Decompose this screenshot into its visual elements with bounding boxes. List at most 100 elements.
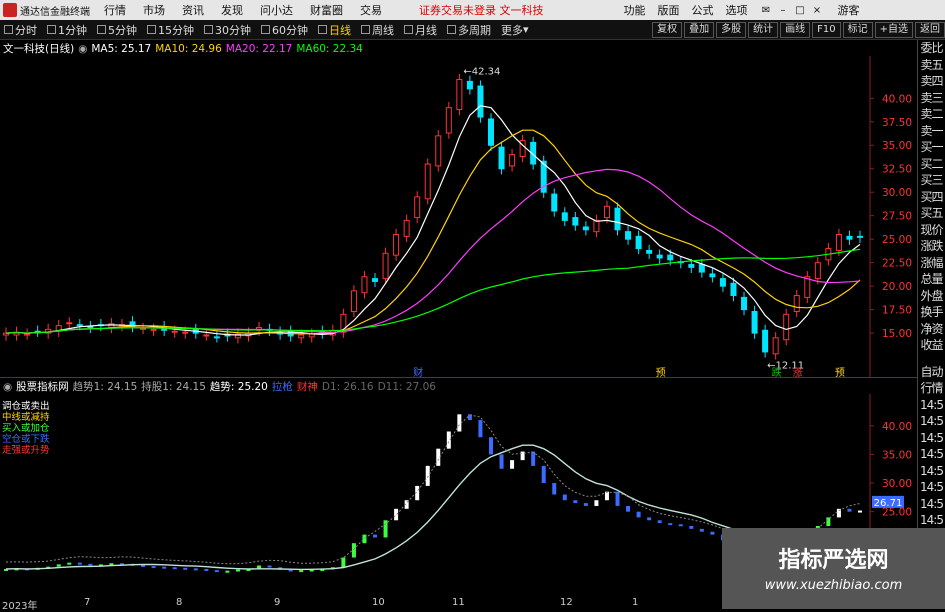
close-icon[interactable]: × [811,5,824,16]
sidebar-item[interactable]: 总量 [918,271,945,288]
signal-empty: 空仓或下跌 [2,434,50,445]
login-notice[interactable]: 证券交易未登录 文一科技 [419,2,544,18]
period-tab-timeshare[interactable]: 分时 [4,22,37,38]
period-tab-monthly[interactable]: 月线 [404,22,437,38]
sidebar-item[interactable]: 收益 [918,337,945,354]
mail-icon[interactable]: ✉ [760,5,773,16]
candle-body [66,322,73,325]
event-marker: 跌 [772,366,782,377]
sidebar-item[interactable]: 净资 [918,321,945,338]
sidebar-item[interactable]: 买三 [918,172,945,189]
period-tab-multi[interactable]: 多周期 [447,22,491,38]
sidebar-item[interactable]: 14:5 [918,446,945,463]
sidebar-item[interactable]: 委比 [918,40,945,57]
date-axis: 2023年 7 8 9 10 11 12 1 [0,597,720,612]
settings-icon[interactable]: ◉ [78,43,87,55]
sidebar-item[interactable]: 卖二 [918,106,945,123]
sidebar-item[interactable]: 买一 [918,139,945,156]
sidebar-item[interactable]: 买四 [918,189,945,206]
date-label: 7 [84,597,91,608]
indicator-value-gun: 拉枪 [271,381,293,393]
menu-options[interactable]: 选项 [726,2,748,18]
sidebar-item[interactable]: 14:5 [918,397,945,414]
sidebar-item[interactable]: 14:5 [918,512,945,529]
statistics-button[interactable]: 统计 [748,21,779,38]
period-tab-15min[interactable]: 15分钟 [147,22,194,38]
menu-item-wealth[interactable]: 财富圈 [310,2,343,18]
candle-body [361,276,368,294]
trend-bar [531,451,536,466]
period-tab-1min[interactable]: 1分钟 [47,22,87,38]
sidebar-item[interactable]: 14:5 [918,413,945,430]
sidebar-item[interactable]: 14:5 [918,430,945,447]
y-tick-label: 27.50 [882,211,912,223]
sidebar-item[interactable]: 卖三 [918,90,945,107]
sidebar-item[interactable]: 卖五 [918,57,945,74]
sidebar-item[interactable]: 买五 [918,205,945,222]
candle-body [76,324,83,327]
candle-body [24,333,31,336]
sidebar-item[interactable]: 换手 [918,304,945,321]
period-tab-30min[interactable]: 30分钟 [204,22,251,38]
sidebar-item[interactable]: 自动 [918,364,945,381]
indicator-settings-icon[interactable]: ◉ [3,381,12,393]
menu-layout[interactable]: 版面 [658,2,680,18]
trend-bar [141,564,146,567]
trend-bar [710,531,715,535]
overlay-button[interactable]: 叠加 [684,21,715,38]
sidebar-item[interactable]: 14:5 [918,479,945,496]
sidebar-item[interactable]: 买二 [918,156,945,173]
trend-bar [657,520,662,524]
back-button[interactable]: 返回 [915,21,945,38]
menu-item-discover[interactable]: 发现 [221,2,243,18]
indicator-value-d11: D11: 27.06 [377,380,436,393]
add-watchlist-button[interactable]: +自选 [874,21,913,38]
trend-bar [541,465,546,484]
sidebar-item[interactable]: 外盘 [918,288,945,305]
sidebar-item[interactable]: 涨跌 [918,238,945,255]
guest-login[interactable]: 游客 [838,2,860,18]
menu-item-news[interactable]: 资讯 [182,2,204,18]
minimize-icon[interactable]: – [777,5,790,16]
sidebar-item[interactable]: 14:5 [918,496,945,513]
maximize-icon[interactable]: □ [794,5,807,16]
trend-bar [510,460,515,469]
period-tab-5min[interactable]: 5分钟 [97,22,137,38]
sidebar-item[interactable]: 14:5 [918,463,945,480]
multi-stock-button[interactable]: 多股 [716,21,747,38]
trend-bar [351,543,356,558]
quote-sidebar: 委比 卖五 卖四 卖三 卖二 卖一 买一 买二 买三 买四 买五 现价 涨跌 涨幅 总量 外盘 换手 净资 收益自动… [917,40,945,609]
menu-formula[interactable]: 公式 [692,2,714,18]
indicator-value-d1: D1: 26.16 [321,380,374,393]
sidebar-item[interactable]: 现价 [918,222,945,239]
period-tab-weekly[interactable]: 周线 [361,22,394,38]
trend-bar [689,526,694,529]
menu-item-markets[interactable]: 市场 [143,2,165,18]
sidebar-item[interactable]: 卖四 [918,73,945,90]
mark-button[interactable]: 标记 [842,21,873,38]
menu-item-ask[interactable]: 问小达 [260,2,293,18]
draw-line-button[interactable]: 画线 [780,21,811,38]
price-chart[interactable]: 15.00 17.50 20.00 22.50 25.00 27.50 30.00 32.50… [0,56,917,377]
candle-body [456,78,463,111]
panel-divider [0,377,917,378]
trend-bar [88,563,93,566]
trend-bar [583,503,588,506]
adjust-button[interactable]: 复权 [652,21,683,38]
sidebar-item[interactable]: 卖一 [918,123,945,140]
sidebar-item[interactable] [918,354,945,364]
menu-item-market[interactable]: 行情 [104,2,126,18]
period-tab-60min[interactable]: 60分钟 [261,22,308,38]
menu-function[interactable]: 功能 [624,2,646,18]
candle-body [298,334,305,339]
f10-button[interactable]: F10 [812,21,841,38]
period-tab-daily[interactable]: 日线 [318,22,351,38]
sidebar-item[interactable]: 涨幅 [918,255,945,272]
ma5-label: MA5: 25.17 [91,42,152,55]
watermark-title: 指标严选网 [778,548,889,573]
checkbox-icon [447,25,456,34]
candle-body [572,217,579,226]
sidebar-item[interactable]: 行情 [918,380,945,397]
period-tab-more[interactable]: 更多 ▾ [501,22,529,38]
menu-item-trade[interactable]: 交易 [360,2,382,18]
